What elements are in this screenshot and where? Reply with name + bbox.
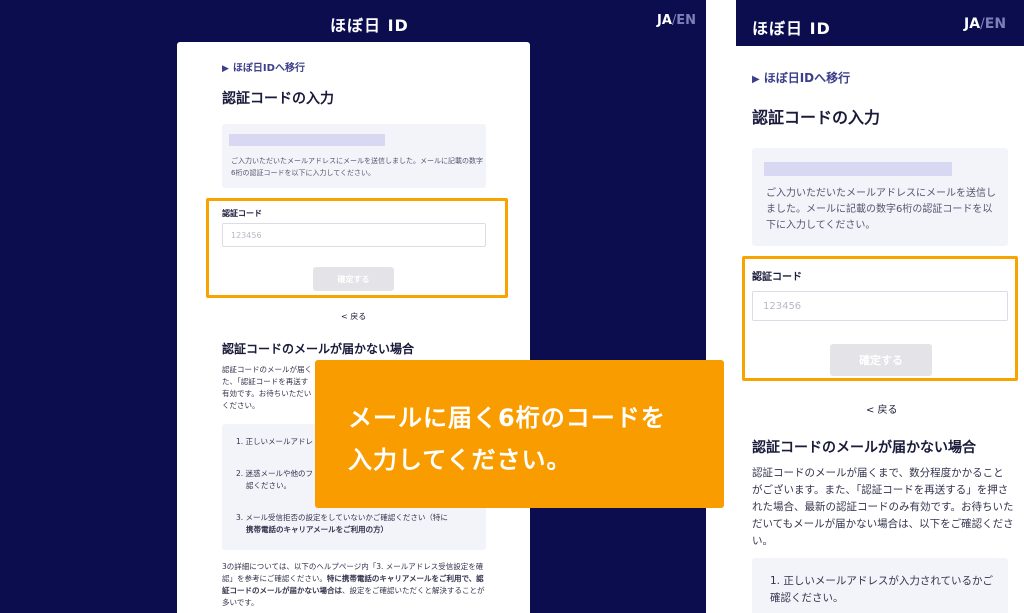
- check-item-3-line2: 携帯電話のキャリアメールをご利用の方）: [246, 525, 389, 534]
- mobile-highlight-frame: [742, 256, 1018, 381]
- back-link[interactable]: < 戻る: [866, 401, 898, 416]
- info-text: ご入力いただいたメールアドレスにメールを送信しました。メールに記載の数字6桁の認…: [766, 188, 996, 231]
- desktop-view: ほぼ日 ID JA/EN ▶ ほぼ日IDへ移行 認証コードの入力 ご入力いただいた…: [0, 0, 706, 613]
- instruction-callout: メールに届く6桁のコードを 入力してください。: [315, 360, 724, 508]
- hobonichi-id-logo[interactable]: ほぼ日 ID: [752, 15, 831, 39]
- language-switcher: JA/EN: [657, 13, 696, 28]
- lang-en-link[interactable]: EN: [676, 13, 696, 28]
- redacted-email-bar: [764, 162, 952, 176]
- callout-line-2: 入力してください。: [348, 446, 572, 474]
- lang-en-link[interactable]: EN: [985, 16, 1006, 32]
- checklist-box: 1. 正しいメールアドレスが入力されているかご確認ください。: [752, 558, 1008, 613]
- language-switcher: JA/EN: [964, 16, 1006, 32]
- play-triangle-icon: ▶: [222, 64, 229, 74]
- lang-ja-link[interactable]: JA: [657, 13, 672, 28]
- check-item-3-line1: 3. メール受信拒否の設定をしていないかご確認ください（特に: [236, 513, 448, 522]
- info-box: ご入力いただいたメールアドレスにメールを送信しました。メールに記載の数字6桁の認…: [752, 148, 1008, 246]
- migrate-link-label: ほぼ日IDへ移行: [763, 71, 851, 85]
- not-received-body: 認証コードのメールが届くまで、数分程度かかることがございます。また、「認証コード…: [752, 467, 1014, 547]
- info-text: ご入力いただいたメールアドレスにメールを送信しました。メールに記載の数字6桁の認…: [231, 157, 483, 177]
- mobile-header: ほぼ日 ID JA/EN: [736, 0, 1024, 46]
- not-received-title: 認証コードのメールが届かない場合: [752, 440, 976, 456]
- info-box: ご入力いただいたメールアドレスにメールを送信しました。メールに記載の数字6桁の認…: [222, 124, 486, 188]
- lang-ja-link[interactable]: JA: [964, 16, 980, 32]
- help-footer-text: 3の詳細については、以下のヘルプページ内「3. メールアドレス受信設定を確認」を…: [222, 561, 488, 609]
- check-item-3: 3. メール受信拒否の設定をしていないかご確認ください（特に 携帯電話のキャリア…: [236, 512, 476, 536]
- migrate-link[interactable]: ▶ ほぼ日IDへ移行: [222, 59, 305, 74]
- check-item-1: 1. 正しいメールアドレスが入力されているかご確認ください。: [770, 575, 994, 604]
- migrate-link[interactable]: ▶ ほぼ日IDへ移行: [752, 69, 850, 86]
- back-link[interactable]: < 戻る: [341, 311, 366, 322]
- not-received-title: 認証コードのメールが届かない場合: [222, 342, 415, 356]
- desktop-highlight-frame: [206, 198, 508, 298]
- page-title: 認証コードの入力: [752, 108, 881, 127]
- page-title: 認証コードの入力: [222, 91, 334, 107]
- redacted-email-bar: [229, 134, 385, 146]
- migrate-link-label: ほぼ日IDへ移行: [232, 63, 305, 74]
- hobonichi-id-logo[interactable]: ほぼ日 ID: [330, 12, 409, 36]
- play-triangle-icon: ▶: [752, 74, 760, 85]
- verification-card: ▶ ほぼ日IDへ移行 認証コードの入力 ご入力いただいたメールアドレスにメールを送…: [177, 42, 530, 613]
- callout-line-1: メールに届く6桁のコードを: [348, 404, 666, 432]
